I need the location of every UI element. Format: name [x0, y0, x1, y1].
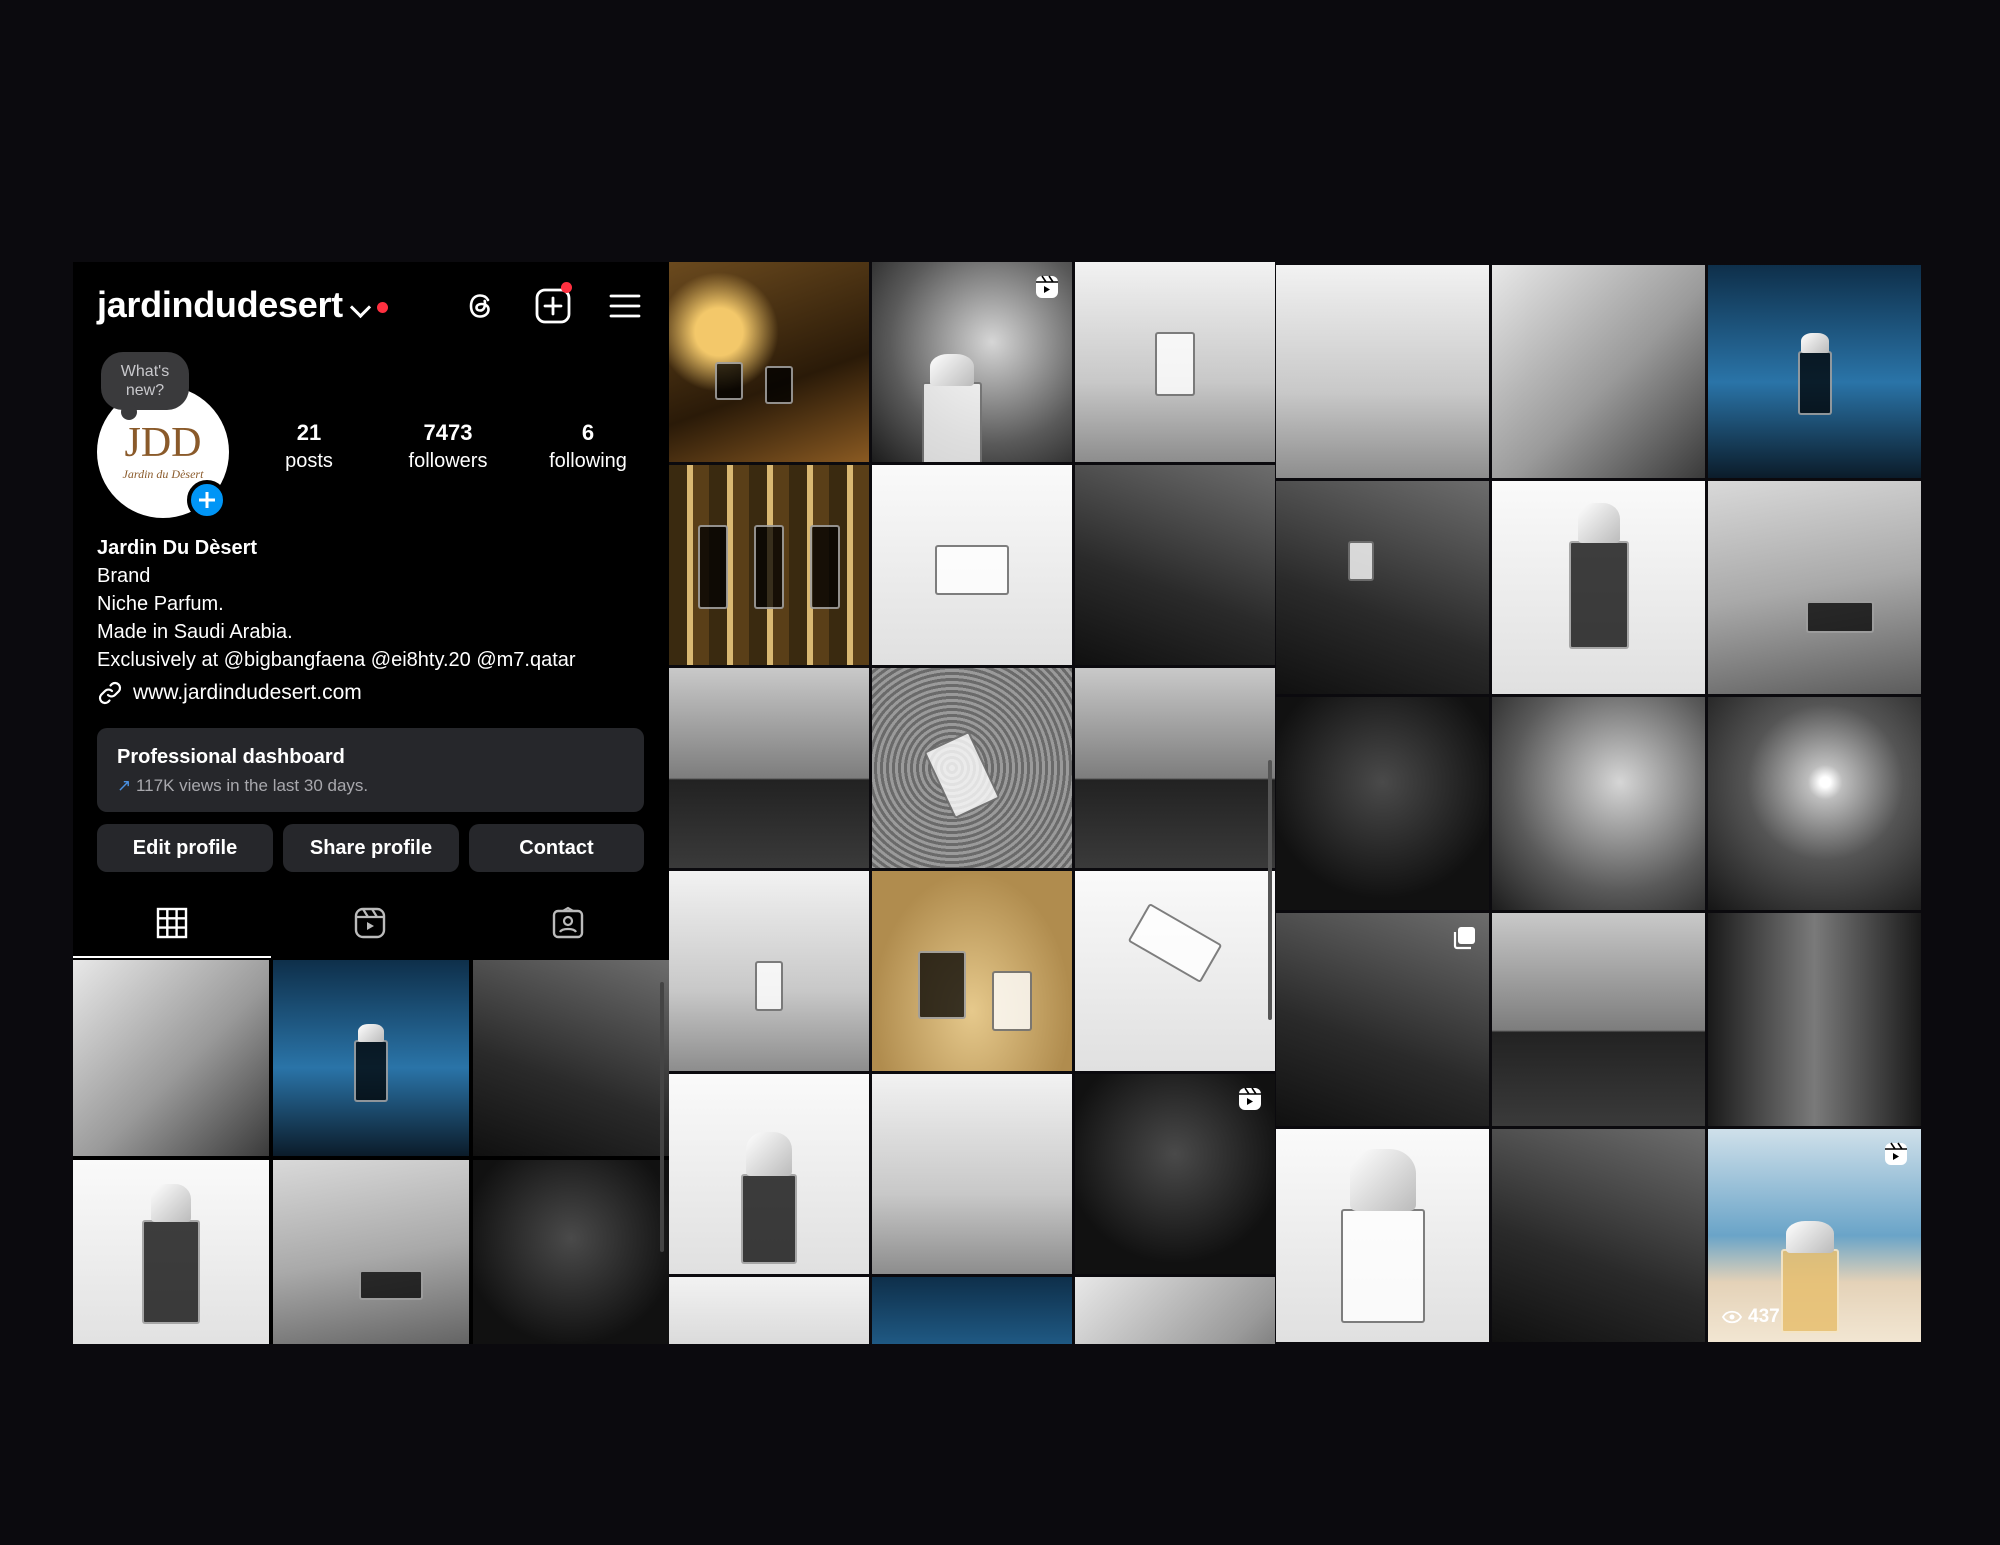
tagged-icon [552, 906, 584, 939]
following-label: following [549, 450, 627, 472]
reels-icon [354, 907, 386, 939]
followers-label: followers [408, 450, 488, 472]
post-tile[interactable]: 437 [1708, 1129, 1921, 1342]
post-grid-left [669, 262, 1275, 1344]
top-bar: jardindudesert [73, 262, 669, 352]
chevron-down-icon[interactable] [349, 296, 372, 319]
stat-posts[interactable]: 21 posts [259, 420, 359, 473]
tab-tagged[interactable] [469, 886, 667, 958]
tab-grid[interactable] [73, 886, 271, 958]
avatar-logo-sub: Jardin du Dèsert [123, 467, 205, 481]
post-tile[interactable] [669, 1074, 869, 1274]
post-tile[interactable] [1276, 697, 1489, 910]
website-text[interactable]: www.jardindudesert.com [133, 681, 362, 705]
threads-icon[interactable] [461, 286, 501, 326]
post-tile[interactable] [669, 668, 869, 868]
post-tile[interactable] [1075, 1277, 1275, 1344]
post-tile[interactable] [872, 262, 1072, 462]
dashboard-subtitle: ↗ 117K views in the last 30 days. [117, 776, 368, 796]
post-tile[interactable] [1075, 871, 1275, 1071]
post-tile[interactable] [73, 1160, 269, 1344]
scrollbar[interactable] [660, 982, 664, 1252]
post-tile[interactable] [1708, 697, 1921, 910]
followers-count: 7473 [423, 420, 473, 445]
post-tile[interactable] [473, 1160, 669, 1344]
bio-line: Niche Parfum. [97, 593, 224, 615]
bio-line: Made in Saudi Arabia. [97, 621, 293, 643]
reel-icon [1239, 1087, 1261, 1110]
bio: Jardin Du Dèsert Brand Niche Parfum. Mad… [97, 534, 576, 674]
post-tile[interactable] [1492, 697, 1705, 910]
tab-reels[interactable] [271, 886, 469, 958]
stat-followers[interactable]: 7473 followers [385, 420, 511, 473]
post-tile[interactable] [669, 262, 869, 462]
post-tile[interactable] [273, 960, 469, 1156]
carousel-icon [1453, 927, 1475, 950]
post-tile[interactable] [1276, 265, 1489, 478]
create-icon[interactable] [533, 282, 573, 326]
post-tile[interactable] [1708, 913, 1921, 1126]
grid-icon [156, 907, 188, 939]
category-label: Brand [97, 565, 151, 587]
share-profile-button[interactable]: Share profile [283, 824, 459, 872]
display-name: Jardin Du Dèsert [97, 537, 258, 559]
trend-arrow-icon: ↗ [117, 776, 132, 795]
posts-label: posts [285, 450, 333, 472]
website-link[interactable]: www.jardindudesert.com [97, 680, 362, 706]
post-tile[interactable] [1708, 265, 1921, 478]
post-tile[interactable] [1075, 262, 1275, 462]
reel-icon [1036, 275, 1058, 298]
post-tile[interactable] [273, 1160, 469, 1344]
post-tile[interactable] [872, 871, 1072, 1071]
bio-line[interactable]: Exclusively at @bigbangfaena @ei8hty.20 … [97, 646, 576, 674]
post-grid-right: 437 [1276, 265, 1921, 1345]
reel-icon [1885, 1142, 1907, 1165]
whats-new-bubble[interactable]: What's new? [101, 352, 189, 420]
post-tile[interactable] [1492, 481, 1705, 694]
post-tile[interactable] [669, 1277, 869, 1344]
post-tile[interactable] [73, 960, 269, 1156]
post-tile[interactable] [1075, 1074, 1275, 1274]
notification-dot [561, 282, 572, 293]
post-tile[interactable] [872, 668, 1072, 868]
profile-tabs [73, 886, 669, 958]
reel-views: 437 [1722, 1306, 1780, 1328]
add-story-icon[interactable] [187, 480, 227, 520]
post-tile[interactable] [1492, 265, 1705, 478]
posts-count: 21 [296, 420, 322, 445]
post-tile[interactable] [872, 1277, 1072, 1344]
notification-dot [377, 302, 388, 313]
post-tile[interactable] [1276, 913, 1489, 1126]
profile-panel: jardindudesert JDD Jardin du Dèsert What… [73, 262, 669, 1344]
dashboard-title: Professional dashboard [117, 746, 345, 768]
post-tile[interactable] [1276, 1129, 1489, 1342]
link-icon [98, 681, 122, 705]
post-tile[interactable] [669, 465, 869, 665]
following-count: 6 [581, 420, 595, 445]
avatar-logo: JDD [124, 420, 201, 466]
post-tile[interactable] [669, 871, 869, 1071]
post-tile[interactable] [1492, 913, 1705, 1126]
post-tile[interactable] [872, 1074, 1072, 1274]
post-tile[interactable] [1276, 481, 1489, 694]
scrollbar[interactable] [1268, 760, 1272, 1020]
username[interactable]: jardindudesert [97, 284, 343, 326]
stat-following[interactable]: 6 following [525, 420, 651, 473]
post-tile[interactable] [1075, 465, 1275, 665]
post-tile[interactable] [473, 960, 669, 1156]
post-tile[interactable] [1075, 668, 1275, 868]
post-tile[interactable] [1708, 481, 1921, 694]
post-tile[interactable] [1492, 1129, 1705, 1342]
post-tile[interactable] [872, 465, 1072, 665]
menu-icon[interactable] [605, 286, 645, 326]
professional-dashboard[interactable]: Professional dashboard ↗ 117K views in t… [97, 728, 644, 812]
eye-icon [1722, 1310, 1742, 1324]
contact-button[interactable]: Contact [469, 824, 644, 872]
dashboard-views-text: 117K views in the last 30 days. [135, 776, 369, 795]
edit-profile-button[interactable]: Edit profile [97, 824, 273, 872]
reel-views-count: 437 [1748, 1306, 1780, 1327]
profile-post-grid [73, 960, 669, 1344]
